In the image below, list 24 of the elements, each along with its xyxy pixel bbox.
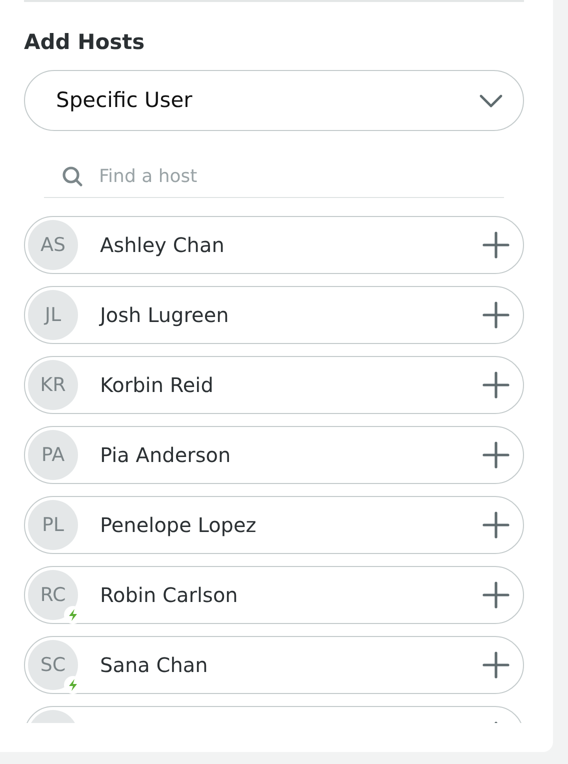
avatar: AS <box>28 220 78 270</box>
section-title: Add Hosts <box>24 30 146 56</box>
host-name: Robin Carlson <box>100 582 239 610</box>
host-row[interactable]: RC Robin Carlson <box>24 566 524 624</box>
host-name: Sana Chan <box>100 652 209 680</box>
host-row[interactable]: AS Ashley Chan <box>24 216 524 274</box>
avatar: KR <box>28 360 78 410</box>
host-row[interactable]: PL Penelope Lopez <box>24 496 524 554</box>
host-row[interactable]: SC Sana Chan <box>24 636 524 694</box>
host-type-dropdown[interactable]: Specific User <box>24 70 524 132</box>
host-name: Penelope Lopez <box>100 512 258 540</box>
host-name: Josh Lugreen <box>100 302 230 330</box>
host-row[interactable]: JL Josh Lugreen <box>24 286 524 344</box>
search-field[interactable]: Find a host <box>99 163 504 190</box>
avatar: JL <box>28 290 78 340</box>
host-name: Ashley Chan <box>100 232 226 260</box>
host-row[interactable]: KR Korbin Reid <box>24 356 524 414</box>
host-row[interactable]: PA Pia Anderson <box>24 426 524 484</box>
avatar: PA <box>28 430 78 480</box>
search-icon <box>62 166 83 188</box>
avatar: PL <box>28 500 78 550</box>
host-name: Korbin Reid <box>100 372 214 400</box>
host-name: Pia Anderson <box>100 442 232 470</box>
chevron-down-icon <box>479 94 503 108</box>
